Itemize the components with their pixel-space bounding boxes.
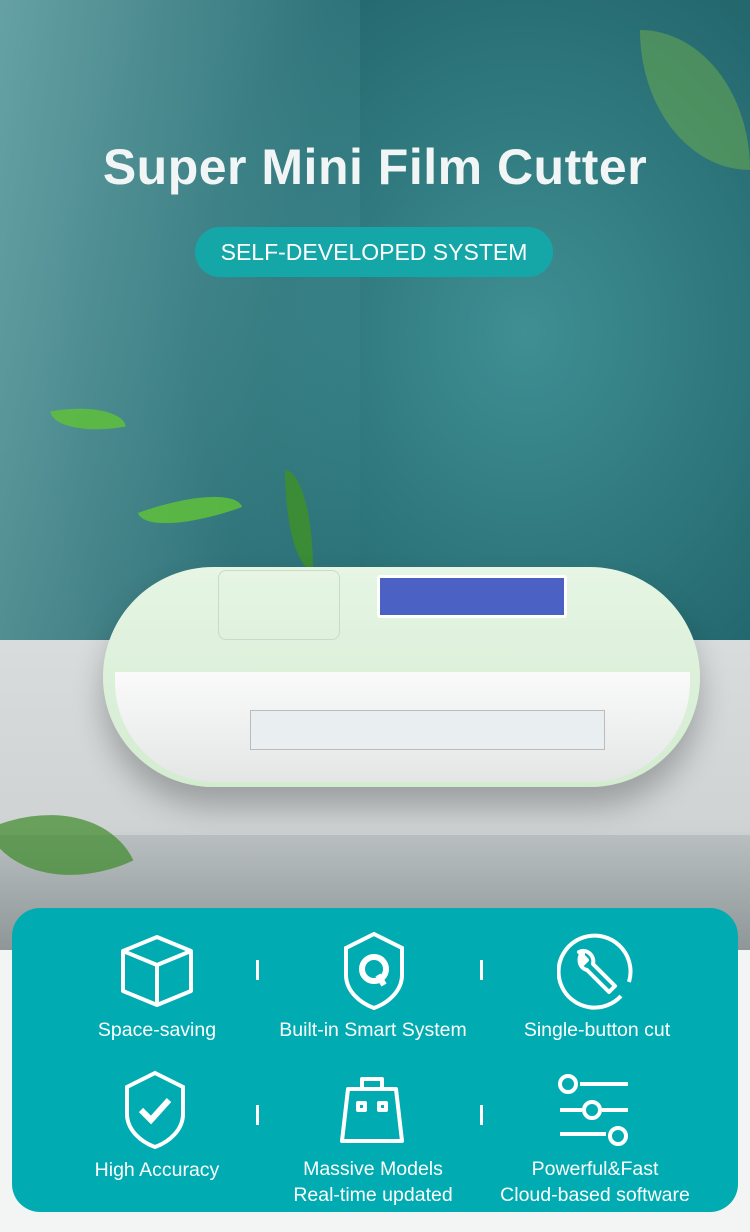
label-line: Massive Models xyxy=(303,1158,443,1180)
wrench-circle-icon xyxy=(557,933,633,1010)
separator xyxy=(256,960,259,980)
label-line: Real-time updated xyxy=(293,1184,453,1206)
film-cutter-product-image xyxy=(103,567,700,787)
cube-icon xyxy=(121,935,193,1007)
leaf xyxy=(50,398,126,440)
feature-label: Single-button cut xyxy=(523,1019,671,1041)
feature-label: Built-in Smart System xyxy=(279,1019,467,1041)
shield-check-icon xyxy=(125,1070,185,1150)
label-line: Cloud-based software xyxy=(500,1184,690,1206)
separator xyxy=(256,1105,259,1125)
label-line: Powerful&Fast xyxy=(531,1158,659,1180)
features-card: Space-saving Built-in Smart System Singl… xyxy=(12,908,738,1212)
sliders-icon xyxy=(558,1074,628,1146)
film-slot xyxy=(250,710,605,750)
device-touchscreen xyxy=(377,575,567,618)
shopping-bag-icon xyxy=(340,1077,404,1143)
feature-label: Massive Models Real-time updated xyxy=(258,1156,488,1208)
feature-label: Powerful&Fast Cloud-based software xyxy=(480,1156,710,1208)
leaf xyxy=(137,478,243,542)
leaf xyxy=(285,470,313,570)
feature-label: Space-saving xyxy=(97,1019,217,1041)
shield-q-icon xyxy=(344,931,404,1011)
system-badge: SELF-DEVELOPED SYSTEM xyxy=(195,227,553,277)
page-title: Super Mini Film Cutter xyxy=(102,139,648,195)
feature-label: High Accuracy xyxy=(94,1159,220,1181)
separator xyxy=(480,960,483,980)
device-lid xyxy=(218,570,340,640)
separator xyxy=(480,1105,483,1125)
